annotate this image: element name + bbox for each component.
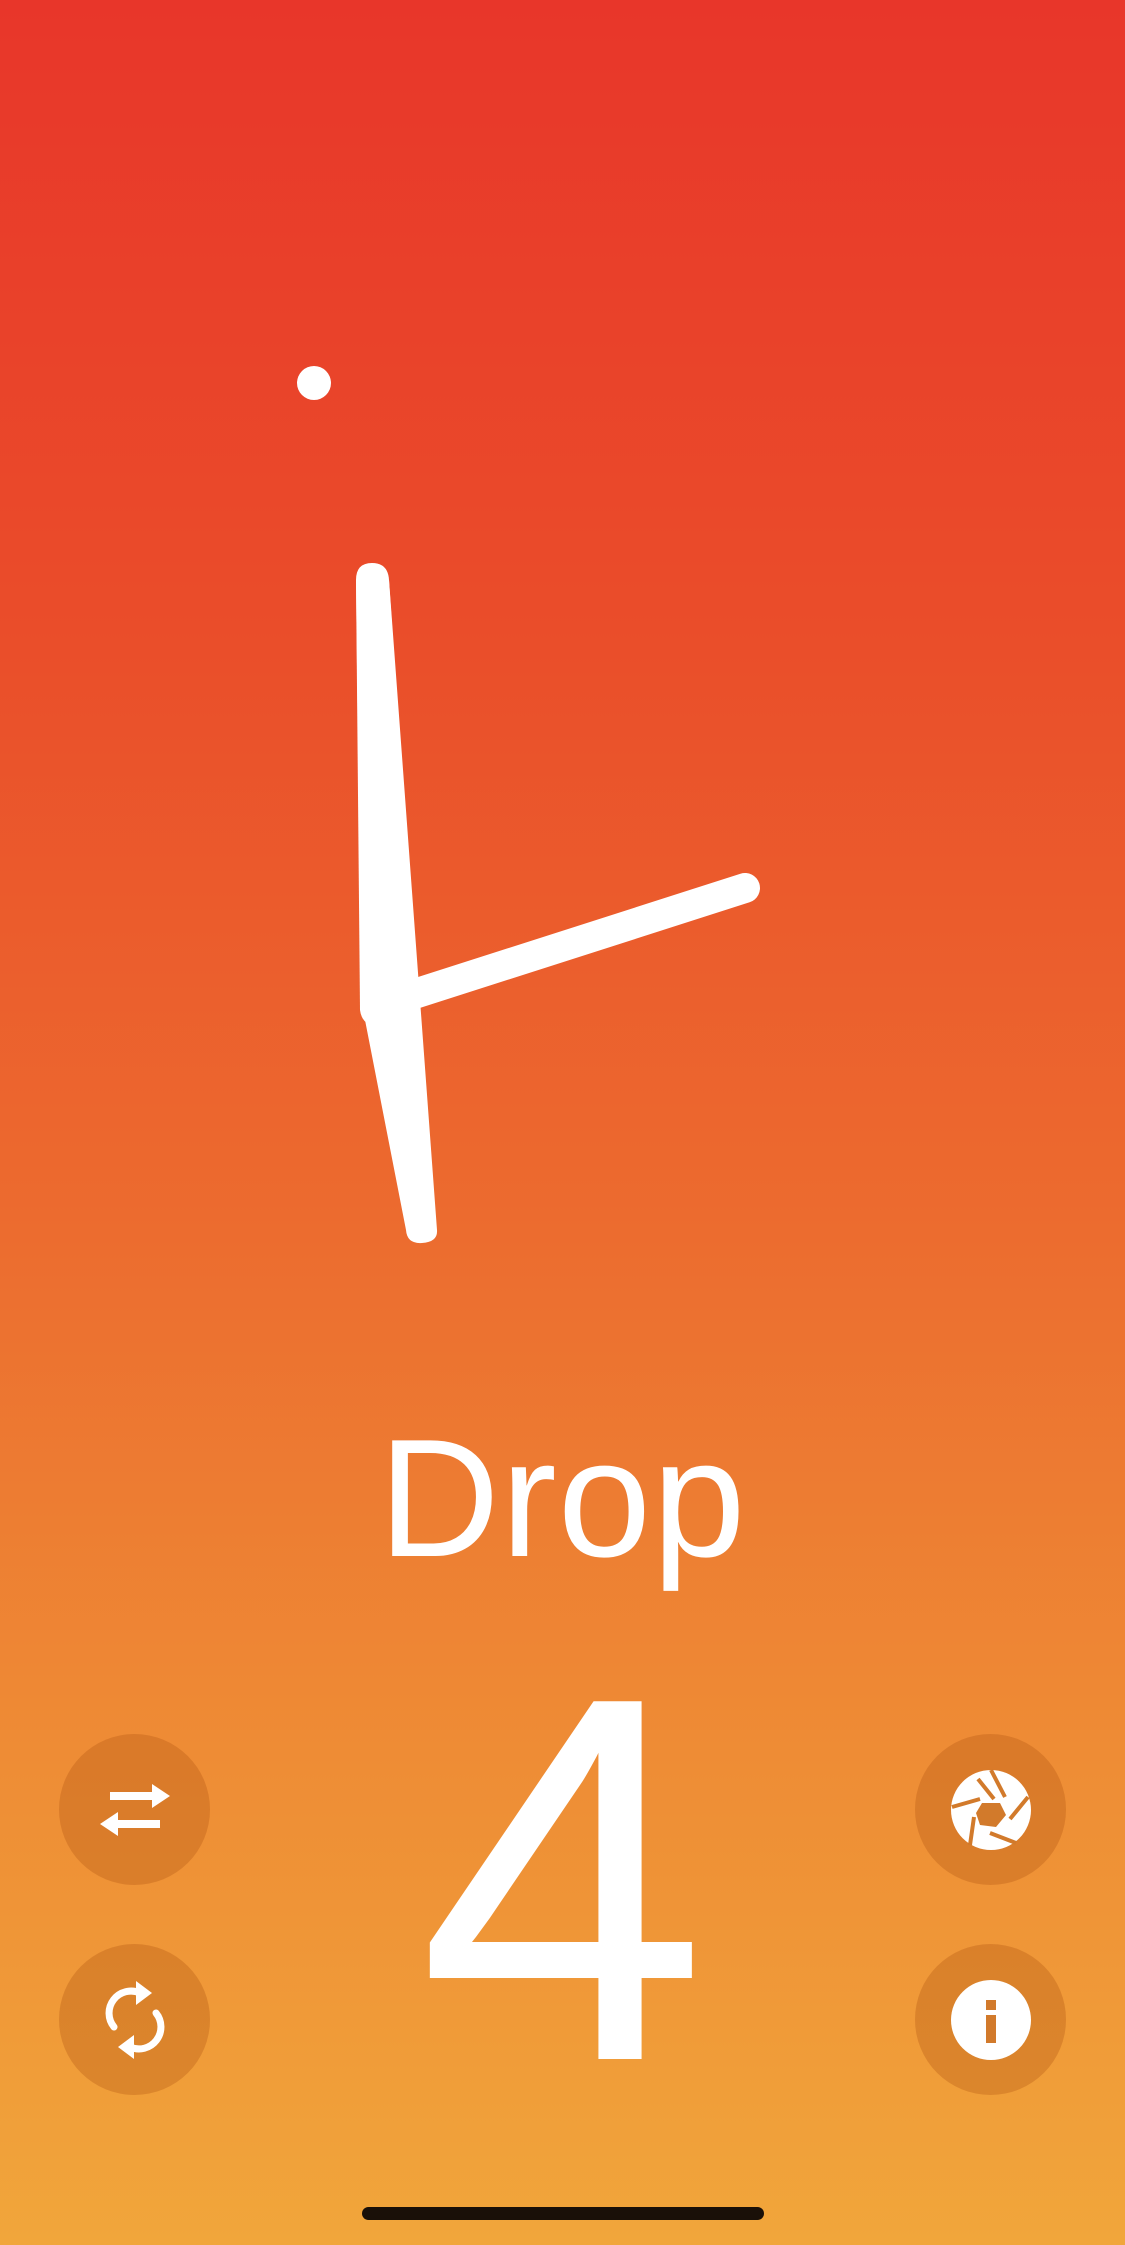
long-hand-base (356, 580, 418, 1028)
aperture-icon (950, 1768, 1031, 1850)
home-indicator[interactable] (362, 2207, 764, 2220)
indicator-dot (297, 366, 331, 400)
swap-button[interactable] (59, 1734, 210, 1885)
status-label: Drop (378, 1404, 747, 1592)
dial-graphic (297, 366, 760, 1244)
info-icon (950, 1979, 1031, 2060)
short-hand (365, 873, 760, 1020)
shutter-button[interactable] (915, 1734, 1066, 1885)
rotate-arrows-icon (105, 1980, 164, 2059)
swap-arrows-icon (99, 1783, 170, 1836)
info-button[interactable] (915, 1944, 1066, 2095)
rotate-button[interactable] (59, 1944, 210, 2095)
